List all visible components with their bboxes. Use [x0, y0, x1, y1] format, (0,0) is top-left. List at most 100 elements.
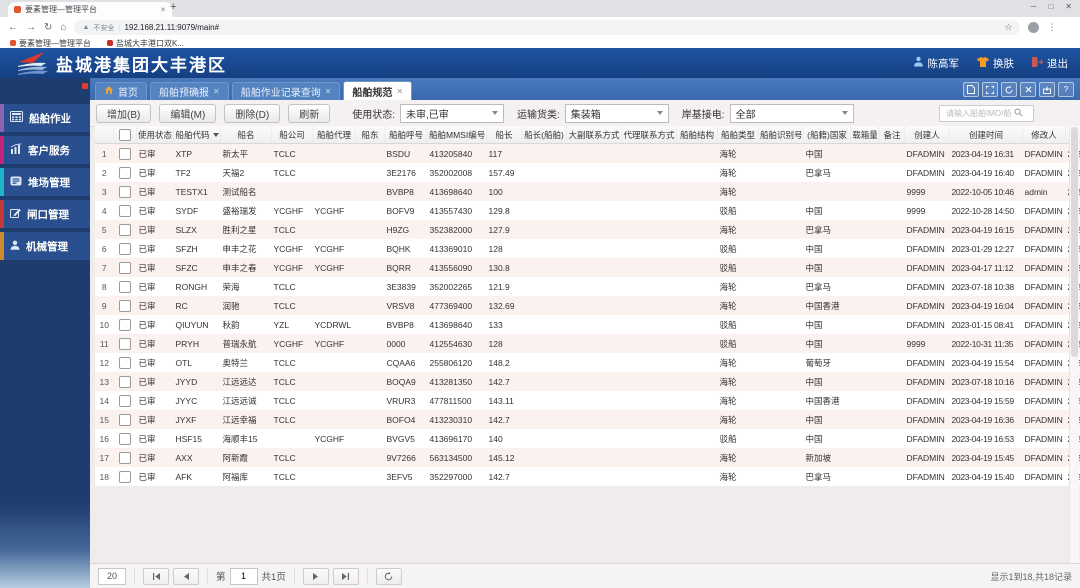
table-row[interactable]: 17 已审 AXX 阿新霞 TCLC 9V7266 563134500 145.12 海轮 新加坡…: [95, 448, 1080, 467]
help-icon[interactable]: ?: [1058, 82, 1074, 97]
export-icon[interactable]: [1039, 82, 1055, 97]
row-checkbox[interactable]: [119, 451, 131, 464]
sidebar-item-堆场管理[interactable]: 堆场管理: [0, 168, 90, 196]
row-checkbox[interactable]: [119, 204, 131, 217]
home-button[interactable]: ⌂: [60, 22, 66, 33]
row-checkbox[interactable]: [119, 413, 131, 426]
skin-button[interactable]: 换肤: [977, 56, 1014, 71]
new-tab-button[interactable]: +: [170, 1, 176, 13]
table-row[interactable]: 3 已审 TESTX1 测试船名 BVBP8 413698640 100 海轮 9999 2022…: [95, 182, 1080, 201]
row-checkbox[interactable]: [119, 261, 131, 274]
table-row[interactable]: 15 已审 JYXF 江远幸福 TCLC BOFO4 413230310 142.7 海轮 中国 D…: [95, 410, 1080, 429]
table-row[interactable]: 14 已审 JYYC 江远远诚 TCLC VRUR3 477811500 143.11 海轮 中国…: [95, 391, 1080, 410]
window-close-button[interactable]: ✕: [1065, 2, 1072, 11]
row-checkbox[interactable]: [119, 356, 131, 369]
cell-owner: [355, 296, 385, 315]
table-row[interactable]: 8 已审 RONGH 荣海 TCLC 3E3839 352002265 121.9 海轮 巴拿马 D…: [95, 277, 1080, 296]
tab-首页[interactable]: 首页: [95, 82, 147, 100]
sidebar-item-闸口管理[interactable]: 闸口管理: [0, 200, 90, 228]
page-number-input[interactable]: [229, 567, 258, 585]
tab-close-icon[interactable]: ✕: [160, 6, 166, 14]
toolbar-button-删除(D)[interactable]: 删除(D): [224, 103, 281, 123]
row-checkbox[interactable]: [119, 280, 131, 293]
minimize-button[interactable]: ─: [1031, 2, 1037, 11]
table-row[interactable]: 18 已审 AFK 阿福库 TCLC 3EFV5 352297000 142.7 海轮 巴拿马 DF…: [95, 467, 1080, 486]
refresh-icon[interactable]: [1001, 82, 1017, 97]
scrollbar-thumb[interactable]: [1071, 127, 1078, 357]
row-checkbox[interactable]: [119, 375, 131, 388]
forward-button[interactable]: →: [26, 22, 36, 33]
filter-select[interactable]: 全部: [729, 103, 854, 123]
close-icon[interactable]: [1020, 82, 1036, 97]
row-checkbox[interactable]: [119, 223, 131, 236]
filter-select[interactable]: 集装箱: [564, 103, 669, 123]
tab-船舶作业记录查询[interactable]: 船舶作业记录查询 ✕: [231, 82, 341, 100]
filter-select[interactable]: 未审,已审: [400, 103, 505, 123]
bookmark-item[interactable]: 要素管理—管理平台: [10, 38, 91, 49]
reload-button[interactable]: ↻: [44, 22, 52, 33]
cell-mmsi: 413205840: [427, 143, 487, 163]
cell-mate: [567, 429, 622, 448]
sidebar-item-机械管理[interactable]: 机械管理: [0, 232, 90, 260]
tab-船舶预确报[interactable]: 船舶预确报 ✕: [150, 82, 229, 100]
pager-refresh-button[interactable]: [375, 567, 402, 585]
table-row[interactable]: 4 已审 SYDF 盛裕瑞发 YCGHF YCGHF BOFV9 413557430 129.8…: [95, 201, 1080, 220]
row-checkbox[interactable]: [119, 318, 131, 331]
back-button[interactable]: ←: [8, 22, 18, 33]
tab-close-icon[interactable]: ✕: [396, 87, 403, 96]
row-checkbox[interactable]: [119, 242, 131, 255]
browser-tab[interactable]: 要素管理—管理平台 ✕: [8, 2, 172, 17]
bookmark-item[interactable]: 盐城大丰港口双K...: [107, 38, 184, 49]
table-scrollbar[interactable]: [1069, 126, 1079, 564]
toolbar-button-增加(B)[interactable]: 增加(B): [96, 103, 152, 123]
row-checkbox[interactable]: [119, 394, 131, 407]
bookmark-label: 要素管理—管理平台: [19, 38, 91, 48]
row-checkbox[interactable]: [119, 470, 131, 483]
table-row[interactable]: 12 已审 OTL 奥特兰 TCLC CQAA6 255806120 148.2 海轮 葡萄牙 DF…: [95, 353, 1080, 372]
last-page-button[interactable]: [332, 567, 359, 585]
table-row[interactable]: 11 已审 PRYH 普瑞永航 YCGHF YCGHF 0000 412554630 128 驳船…: [95, 334, 1080, 353]
address-bar[interactable]: ▲ 不安全 | 192.168.21.11:9079/main# ☆: [74, 20, 1021, 35]
table-row[interactable]: 7 已审 SFZC 申丰之春 YCGHF YCGHF BQRR 413556090 130.8 驳…: [95, 258, 1080, 277]
select-all-checkbox[interactable]: [119, 128, 131, 141]
col-_cb[interactable]: [113, 126, 137, 144]
search-icon[interactable]: [1014, 108, 1023, 120]
next-page-button[interactable]: [302, 567, 329, 585]
table-row[interactable]: 10 已审 QIUYUN 秋韵 YZL YCDRWL BVBP8 413698640 133 驳船…: [95, 315, 1080, 334]
search-input[interactable]: [944, 108, 1014, 119]
document-icon[interactable]: [963, 82, 979, 97]
cell-agentc: [622, 467, 677, 486]
logout-button[interactable]: 退出: [1032, 56, 1068, 71]
table-row[interactable]: 13 已审 JYYD 江远远达 TCLC BOQA9 413281350 142.7 海轮 中国 D…: [95, 372, 1080, 391]
bookmark-star-icon[interactable]: ☆: [1004, 22, 1012, 33]
sidebar-item-客户服务[interactable]: 客户服务: [0, 136, 90, 164]
maximize-button[interactable]: □: [1048, 2, 1053, 11]
row-checkbox[interactable]: [119, 147, 131, 160]
row-checkbox[interactable]: [119, 432, 131, 445]
cell-agentc: [621, 182, 677, 201]
toolbar-button-编辑(M)[interactable]: 编辑(M): [159, 103, 217, 123]
tab-close-icon[interactable]: ✕: [213, 87, 220, 96]
toolbar-button-刷新[interactable]: 刷新: [288, 103, 331, 123]
browser-menu-icon[interactable]: ⋮: [1047, 22, 1056, 33]
tab-船舶规范[interactable]: 船舶规范 ✕: [343, 81, 413, 100]
table-row[interactable]: 16 已审 HSF15 海顺丰15 YCGHF BVGV5 413696170 140 驳船 中国…: [95, 429, 1080, 448]
first-page-button[interactable]: [143, 567, 169, 585]
tab-close-icon[interactable]: ✕: [325, 87, 332, 96]
prev-page-button[interactable]: [173, 567, 199, 585]
row-checkbox[interactable]: [119, 299, 131, 312]
current-user[interactable]: 陈高军: [913, 56, 959, 71]
table-row[interactable]: 5 已审 SLZX 胜利之星 TCLC H9ZG 352382000 127.9 海轮 巴拿马 DF…: [95, 220, 1080, 239]
table-row[interactable]: 1 已审 XTP 新太平 TCLC BSDU 413205840 117 海轮 中国 DFADMIN…: [95, 143, 1080, 163]
fullscreen-icon[interactable]: [982, 82, 998, 97]
row-checkbox[interactable]: [119, 166, 131, 179]
profile-avatar[interactable]: [1028, 22, 1040, 33]
page-size-select[interactable]: 20: [98, 567, 126, 585]
table-row[interactable]: 9 已审 RC 润驰 TCLC VRSV8 477369400 132.69 海轮 中国香港 DFA…: [95, 296, 1080, 315]
table-row[interactable]: 6 已审 SFZH 申丰之花 YCGHF YCGHF BQHK 413369010 128 驳船 中…: [95, 239, 1080, 258]
table-row[interactable]: 2 已审 TF2 天福2 TCLC 3E2176 352002008 157.49 海轮 巴拿马 D…: [95, 163, 1080, 182]
sidebar-item-船舶作业[interactable]: 船舶作业: [0, 104, 90, 132]
row-checkbox[interactable]: [119, 337, 131, 350]
col-船舶代码[interactable]: 船舶代码: [173, 126, 221, 144]
row-checkbox[interactable]: [119, 185, 131, 198]
